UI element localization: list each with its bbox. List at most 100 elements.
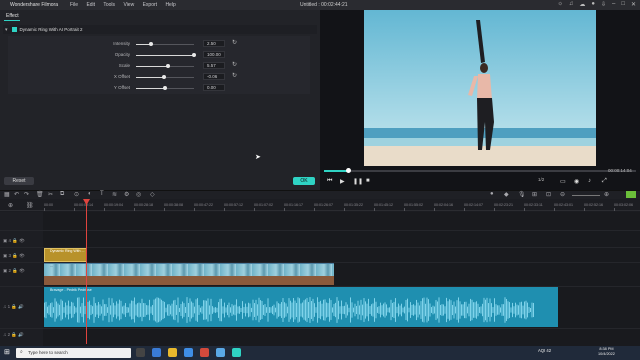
waveform-bar — [219, 298, 221, 322]
ruler-tick-label: 00:00:28:18 — [134, 203, 153, 207]
menu-view[interactable]: View — [123, 2, 134, 8]
adjust-icon[interactable]: ⚙ — [124, 191, 129, 198]
video-clip-label: ... — [50, 264, 53, 268]
waveform-bar — [170, 305, 171, 315]
edge-icon[interactable] — [152, 348, 161, 357]
audio-track-2-controls[interactable]: ♫ 2 🔒 🔊 — [3, 332, 24, 338]
color-icon[interactable]: ◐ — [88, 191, 92, 197]
intensity-value-field[interactable]: 2.50 — [203, 40, 225, 47]
reset-button[interactable]: Reset — [4, 177, 34, 185]
effect-clip-label: Dynamic Ring With ... — [50, 249, 85, 253]
intensity-slider[interactable] — [136, 42, 194, 46]
waveform-bar — [201, 306, 203, 314]
playback-progress-bar[interactable] — [324, 170, 636, 172]
redo-icon[interactable]: ↷ — [24, 191, 29, 198]
link-icon[interactable]: ⛓ — [26, 202, 34, 209]
reset-icon[interactable]: ↻ — [232, 39, 237, 46]
maximize-icon[interactable]: □ — [621, 1, 625, 8]
crop-icon[interactable]: ⧉ — [60, 191, 64, 198]
zoom-out-icon[interactable]: ⊖ — [560, 191, 565, 198]
marker-icon[interactable]: ◆ — [504, 191, 509, 198]
waveform-bar — [341, 300, 342, 320]
audio-track-1-controls[interactable]: ♫ 1 🔒 🔊 — [3, 304, 24, 310]
undo-icon[interactable]: ↶ — [14, 191, 19, 198]
waveform-bar — [131, 300, 132, 320]
ruler-tick-label: 00:02:04:16 — [434, 203, 453, 207]
timeline-zoom-slider[interactable] — [572, 195, 600, 196]
volume-icon[interactable]: ♪ — [588, 178, 591, 184]
cloud-icon[interactable]: ☁ — [579, 1, 585, 8]
menu-help[interactable]: Help — [165, 2, 175, 8]
pause-icon[interactable]: ❚❚ — [353, 178, 363, 185]
scale-value-field[interactable]: 5.57 — [203, 62, 225, 69]
taskbar-search-input[interactable]: Type here to search — [16, 348, 131, 358]
mask-icon[interactable]: ◎ — [136, 191, 141, 198]
task-view-icon[interactable] — [136, 348, 145, 357]
snapshot-icon[interactable]: ◉ — [574, 178, 579, 185]
app-icon[interactable] — [200, 348, 209, 357]
text-icon[interactable]: T — [100, 191, 104, 197]
fullscreen-icon[interactable]: ⤢ — [602, 178, 607, 185]
y-offset-value-field[interactable]: 0.00 — [203, 84, 225, 91]
menu-export[interactable]: Export — [143, 2, 157, 8]
waveform-bar — [231, 304, 233, 316]
preview-zoom-select[interactable]: 1/2 — [538, 177, 556, 185]
close-icon[interactable]: ✕ — [631, 1, 636, 8]
delete-icon[interactable]: 🗑 — [36, 191, 44, 198]
download-icon[interactable]: ⇩ — [601, 1, 606, 8]
effect-enable-checkbox[interactable] — [11, 27, 17, 32]
x-offset-slider[interactable] — [136, 75, 194, 79]
system-clock[interactable]: 8:38 PM 10/4/2022 — [598, 347, 615, 357]
param-row-intensity: Intensity 2.50 ↻ — [8, 39, 310, 49]
track-4-controls[interactable]: ▣ 4 🔒 👁 — [3, 238, 25, 244]
track-3-controls[interactable]: ▣ 3 🔒 👁 — [3, 253, 25, 259]
render-preview-icon[interactable]: ● — [490, 191, 494, 197]
opacity-slider[interactable] — [136, 53, 196, 57]
keyframe-icon[interactable]: ◇ — [150, 191, 155, 198]
audio-icon[interactable]: ≋ — [112, 191, 117, 198]
mix-icon[interactable]: ⊞ — [532, 191, 537, 198]
headset-icon[interactable]: ♫ — [569, 1, 574, 8]
ruler-tick-mark — [254, 208, 255, 211]
effect-header[interactable]: ▾ Dynamic Ring With AI Portrait 2 — [3, 25, 317, 34]
tab-effect[interactable]: Effect — [6, 13, 19, 19]
weather-aqi[interactable]: AQI 42 — [538, 348, 551, 353]
render-icon[interactable]: ▭ — [560, 178, 566, 185]
minimize-icon[interactable]: – — [612, 1, 615, 8]
stop-icon[interactable]: ■ — [366, 178, 370, 184]
playback-scrubber[interactable] — [346, 168, 351, 173]
opacity-value-field[interactable]: 100.00 — [203, 51, 225, 58]
record-voice-icon[interactable]: 🎙 — [518, 191, 526, 198]
scale-slider[interactable] — [136, 64, 194, 68]
brightness-icon[interactable]: ☼ — [557, 1, 563, 8]
menu-file[interactable]: File — [70, 2, 78, 8]
y-offset-slider[interactable] — [136, 86, 194, 90]
chevron-down-icon[interactable]: ▾ — [5, 27, 8, 33]
reset-icon[interactable]: ↻ — [232, 72, 237, 79]
store-icon[interactable] — [184, 348, 193, 357]
menu-tools[interactable]: Tools — [103, 2, 115, 8]
waveform-bar — [147, 305, 149, 315]
snap-icon[interactable]: ⊡ — [546, 191, 551, 198]
add-track-icon[interactable]: ⊕ — [8, 202, 13, 209]
notification-icon[interactable]: ● — [591, 1, 595, 8]
windows-start-icon[interactable]: ⊞ — [4, 348, 10, 356]
mail-icon[interactable] — [216, 348, 225, 357]
menu-edit[interactable]: Edit — [86, 2, 95, 8]
file-explorer-icon[interactable] — [168, 348, 177, 357]
preview-video-frame[interactable] — [364, 10, 596, 166]
reset-icon[interactable]: ↻ — [232, 61, 237, 68]
track-2-controls[interactable]: ▣ 2 🔒 👁 — [3, 268, 25, 274]
grid-icon[interactable]: ▦ — [4, 191, 10, 198]
x-offset-value-field[interactable]: -0.06 — [203, 73, 225, 80]
waveform-bar — [335, 302, 336, 318]
play-icon[interactable]: ▶ — [340, 178, 345, 185]
playhead[interactable] — [86, 199, 87, 344]
step-back-icon[interactable]: ⏮ — [327, 178, 332, 185]
zoom-in-icon[interactable]: ⊕ — [604, 191, 609, 198]
filmora-taskbar-icon[interactable] — [232, 348, 241, 357]
cut-icon[interactable]: ✂ — [48, 191, 53, 198]
layout-icon[interactable] — [626, 191, 636, 198]
ok-button[interactable]: OK — [293, 177, 315, 185]
speed-icon[interactable]: ⊙ — [74, 191, 79, 198]
